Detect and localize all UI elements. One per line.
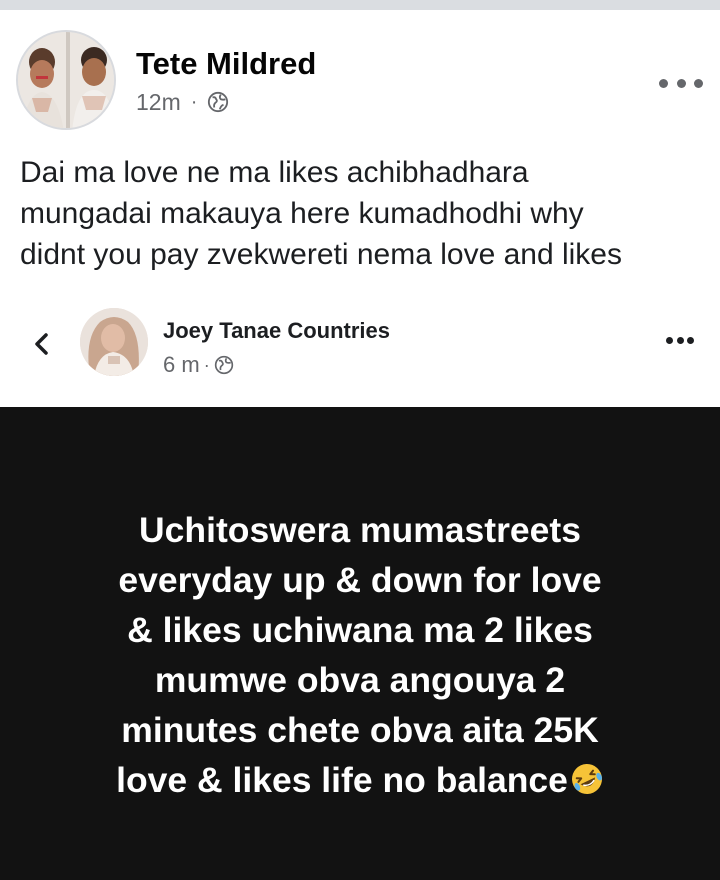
- globe-icon: [214, 355, 233, 375]
- post-text: Dai ma love ne ma likes achibhadhara mun…: [20, 152, 710, 275]
- chevron-left-icon[interactable]: [30, 330, 54, 358]
- author-name[interactable]: Tete Mildred: [136, 46, 316, 82]
- shared-author-avatar[interactable]: [80, 308, 148, 376]
- rolling-on-floor-laughing-emoji-icon: [571, 764, 602, 794]
- globe-icon: [208, 91, 229, 113]
- top-divider: [0, 0, 720, 10]
- dot-icon: [666, 336, 673, 344]
- post-header: Tete Mildred 12m ·: [0, 10, 720, 140]
- status-card[interactable]: Uchitoswera mumastreets everyday up & do…: [0, 407, 720, 880]
- meta-separator: ·: [190, 90, 198, 113]
- shared-time[interactable]: 6 m: [163, 352, 200, 378]
- post-text-line: mungadai makauya here kumadhodhi why: [20, 197, 584, 230]
- post-text-line: didnt you pay zvekwereti nema love and l…: [20, 238, 622, 271]
- shared-more-options-button[interactable]: [666, 334, 694, 346]
- shared-meta: 6 m ·: [163, 352, 234, 378]
- dot-icon: [676, 78, 686, 88]
- status-line: love & likes life no balance: [116, 760, 568, 800]
- author-photo: [18, 32, 114, 128]
- status-line-last: love & likes life no balance: [0, 755, 720, 805]
- post-more-options-button[interactable]: [659, 73, 703, 93]
- status-line: & likes uchiwana ma 2 likes: [127, 610, 593, 650]
- post-text-line: Dai ma love ne ma likes achibhadhara: [20, 156, 529, 189]
- shared-status-header: Joey Tanae Countries 6 m ·: [0, 296, 720, 406]
- author-avatar[interactable]: [16, 30, 116, 130]
- status-line: mumwe obva angouya 2: [154, 660, 566, 700]
- dot-icon: [676, 336, 684, 344]
- post-meta: 12m ·: [136, 89, 229, 115]
- shared-author-name[interactable]: Joey Tanae Countries: [163, 318, 390, 344]
- status-line: Uchitoswera mumastreets: [139, 510, 581, 550]
- shared-author-photo: [80, 308, 148, 376]
- status-line: minutes chete obva aita 25K: [121, 710, 599, 750]
- meta-separator: ·: [203, 354, 210, 375]
- dot-icon: [694, 78, 703, 88]
- post-time[interactable]: 12m: [136, 89, 181, 116]
- dot-icon: [659, 78, 668, 88]
- dot-icon: [687, 336, 694, 344]
- status-line: everyday up & down for love: [118, 560, 602, 600]
- status-text: Uchitoswera mumastreets everyday up & do…: [0, 505, 720, 805]
